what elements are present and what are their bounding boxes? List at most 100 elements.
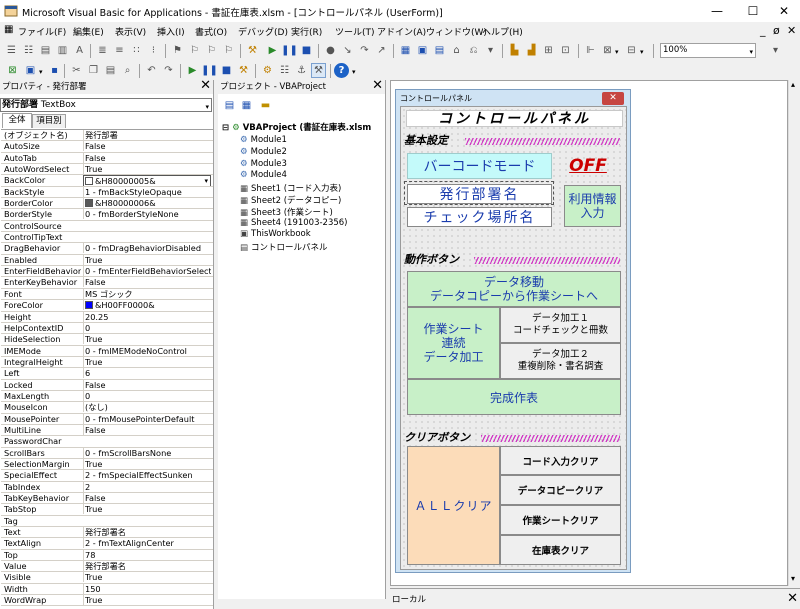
code-window-icon[interactable]: ▦	[4, 24, 13, 35]
menu-debug[interactable]: デバッグ(D)	[238, 25, 288, 38]
make-same-size-icon[interactable]: ⊠	[600, 43, 615, 58]
redo-icon[interactable]: ↷	[161, 63, 176, 78]
tree-root[interactable]: ⊟ ⚙ VBAProject (書証在庫表.xlsm	[222, 121, 371, 133]
property-value[interactable]: True	[83, 356, 211, 367]
property-row[interactable]: TabIndex 2	[1, 481, 213, 493]
property-value[interactable]: 20.25	[83, 311, 211, 322]
group-icon[interactable]: ⊡	[558, 43, 573, 58]
complete-table-button[interactable]: 完成作表	[407, 379, 621, 415]
step-over-icon[interactable]: ↷	[357, 43, 372, 58]
menu-tools[interactable]: ツール(T)	[335, 25, 375, 38]
indent-icon[interactable]: ☰	[4, 43, 19, 58]
chevron-down-icon[interactable]: ▾	[204, 176, 208, 185]
reset-icon[interactable]: ■	[299, 43, 314, 58]
toolbar-options-icon[interactable]: ▾	[768, 43, 783, 58]
property-row[interactable]: AutoWordSelect True	[1, 164, 213, 176]
menu-run[interactable]: 実行(R)	[291, 25, 322, 38]
work-sheet-continuous-button[interactable]: 作業シート 連続 データ加工	[407, 307, 500, 379]
property-value[interactable]: 発行部署名	[83, 527, 211, 538]
call-stack-icon[interactable]: ⎌	[466, 43, 481, 58]
property-row[interactable]: TabStop True	[1, 504, 213, 516]
dept-name-textbox[interactable]: 発行部署名	[407, 184, 552, 204]
property-row[interactable]: ForeColor &H00FF0000&	[1, 300, 213, 312]
work-sheet-clear-button[interactable]: 作業シートクリア	[500, 505, 621, 535]
toggle-folders-icon[interactable]: ▬	[258, 98, 273, 113]
data-move-button[interactable]: データ移動 データコピーから作業シートへ	[407, 271, 621, 307]
property-row[interactable]: BorderStyle 0 - fmBorderStyleNone	[1, 209, 213, 221]
code-input-clear-button[interactable]: コード入力クリア	[500, 446, 621, 475]
property-value[interactable]: 150	[83, 583, 211, 594]
tree-item[interactable]: ⚙ Module4	[240, 170, 287, 180]
property-value[interactable]: 2	[83, 481, 211, 492]
property-value[interactable]: 0 - fmDragBehaviorDisabled	[83, 243, 211, 254]
help-icon[interactable]: ?	[334, 63, 349, 78]
view-code-icon[interactable]: ▤	[222, 98, 237, 113]
property-row[interactable]: SpecialEffect 2 - fmSpecialEffectSunken	[1, 470, 213, 482]
quick-watch-icon[interactable]: ⌂	[449, 43, 464, 58]
property-row[interactable]: TabKeyBehavior False	[1, 493, 213, 505]
tree-item[interactable]: ▤ コントロールパネル	[240, 241, 328, 253]
close-icon[interactable]: ✕	[372, 80, 383, 93]
property-row[interactable]: SelectionMargin True	[1, 458, 213, 471]
barcode-mode-button[interactable]: バーコードモード	[407, 153, 552, 179]
parameter-info-icon[interactable]: ≣	[95, 43, 110, 58]
vertical-scrollbar[interactable]: ▴ ▾	[788, 80, 800, 586]
property-row[interactable]: HideSelection True	[1, 334, 213, 346]
outdent-icon[interactable]: ☷	[21, 43, 36, 58]
data-process-1-button[interactable]: データ加工１ コードチェックと冊数	[500, 307, 621, 343]
property-row[interactable]: Visible True	[1, 572, 213, 584]
property-value[interactable]: 2 - fmSpecialEffectSunken	[83, 470, 211, 481]
property-value[interactable]: 2 - fmTextAlignCenter	[83, 538, 211, 549]
run-sub-icon[interactable]: ▶	[185, 63, 200, 78]
property-row[interactable]: Value 発行部署名	[1, 561, 213, 573]
excel-view-icon[interactable]: ⊠	[5, 63, 20, 78]
uncomment-block-icon[interactable]: ⁝	[146, 43, 161, 58]
stock-table-clear-button[interactable]: 在庫表クリア	[500, 535, 621, 565]
prev-bookmark-icon[interactable]: ⚐	[204, 43, 219, 58]
locals-window-icon[interactable]: ▦	[398, 43, 413, 58]
collapse-icon[interactable]: ⊟	[222, 123, 229, 133]
property-row[interactable]: EnterKeyBehavior False	[1, 277, 213, 289]
property-row[interactable]: DragBehavior 0 - fmDragBehaviorDisabled	[1, 243, 213, 255]
property-value[interactable]: False	[83, 424, 211, 435]
property-row[interactable]: AutoTab False	[1, 152, 213, 165]
align-icon[interactable]: ⊩	[583, 43, 598, 58]
zoom-fit-icon[interactable]: ⊟	[624, 43, 639, 58]
usage-info-button[interactable]: 利用情報 入力	[564, 185, 621, 227]
watch-window-icon[interactable]: ▤	[432, 43, 447, 58]
comment-block-icon[interactable]: ∷	[129, 43, 144, 58]
menu-format[interactable]: 書式(O)	[195, 25, 227, 38]
align-left-icon[interactable]: ▙	[507, 43, 522, 58]
property-value[interactable]: 0 - fmBorderStyleNone	[83, 209, 211, 220]
property-value[interactable]: 0	[83, 322, 211, 333]
property-value[interactable]: MS ゴシック	[83, 288, 211, 299]
property-row[interactable]: IMEMode 0 - fmIMEModeNoControl	[1, 345, 213, 357]
property-value[interactable]: &H80000006&	[83, 198, 211, 209]
property-row[interactable]: BackColor &H80000005& ▾	[1, 175, 213, 187]
property-row[interactable]: Width 150	[1, 583, 213, 596]
property-row[interactable]: EnterFieldBehavior 0 - fmEnterFieldBehavi…	[1, 266, 213, 278]
copy-icon[interactable]: ❐	[86, 63, 101, 78]
complete-word-icon[interactable]: ≡	[112, 43, 127, 58]
cut-icon[interactable]: ✂	[69, 63, 84, 78]
property-row[interactable]: Enabled True	[1, 254, 213, 267]
menu-window[interactable]: ウィンドウ(W)	[426, 25, 487, 38]
undo-icon[interactable]: ↶	[144, 63, 159, 78]
tab-categorized[interactable]: 項目別	[32, 114, 66, 128]
list-properties-icon[interactable]: ▤	[38, 43, 53, 58]
menu-edit[interactable]: 編集(E)	[73, 25, 104, 38]
object-selector[interactable]: 発行部署 TextBox ▾	[0, 98, 212, 112]
property-value[interactable]: 6	[83, 368, 211, 379]
property-value[interactable]: 発行部署	[83, 130, 211, 140]
toggle-breakpoint-icon[interactable]: ●	[323, 43, 338, 58]
property-value[interactable]: 発行部署名	[83, 561, 211, 572]
property-row[interactable]: MouseIcon (なし)	[1, 402, 213, 414]
menu-help[interactable]: ヘルプ(H)	[482, 25, 523, 38]
minimize-button[interactable]: —	[697, 0, 737, 22]
data-process-2-button[interactable]: データ加工２ 重複削除・書名調査	[500, 343, 621, 379]
property-row[interactable]: Left 6	[1, 368, 213, 380]
toolbox-icon[interactable]: ⚒	[311, 63, 326, 78]
property-value[interactable]: True	[83, 458, 211, 469]
menu-addins[interactable]: アドイン(A)	[377, 25, 426, 38]
scroll-down-icon[interactable]: ▾	[791, 574, 795, 583]
